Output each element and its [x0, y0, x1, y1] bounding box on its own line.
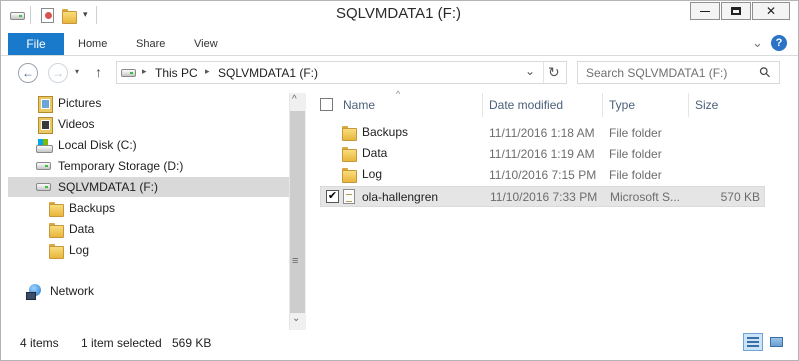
- type-cell: File folder: [609, 147, 662, 161]
- refresh-button[interactable]: ↻: [548, 64, 560, 81]
- details-view-icon: [747, 337, 759, 347]
- column-header-type[interactable]: Type: [603, 93, 689, 117]
- breadcrumb-separator-icon[interactable]: ▸: [205, 66, 210, 77]
- nav-item-label: Data: [69, 222, 95, 236]
- tab-home[interactable]: Home: [78, 38, 107, 50]
- navigation-pane: Pictures Videos Local Disk (C:) Temporar…: [8, 93, 289, 330]
- tab-file[interactable]: File: [8, 33, 64, 55]
- ribbon: [1, 31, 798, 56]
- windows-drive-icon: [36, 139, 53, 153]
- nav-item-backups[interactable]: Backups: [8, 198, 289, 218]
- up-button[interactable]: ↑: [95, 64, 102, 80]
- search-input[interactable]: Search SQLVMDATA1 (F:): [586, 66, 727, 80]
- large-icons-view-button[interactable]: [766, 333, 786, 351]
- list-item[interactable]: ✔ ola-hallengren 11/10/2016 7:33 PM Micr…: [320, 186, 765, 207]
- item-count: 4 items: [20, 336, 59, 350]
- nav-item-videos[interactable]: Videos: [8, 114, 289, 134]
- breadcrumb-current-drive[interactable]: SQLVMDATA1 (F:): [218, 66, 318, 80]
- nav-item-log[interactable]: Log: [8, 240, 289, 260]
- large-icons-view-icon: [769, 337, 783, 347]
- type-cell: Microsoft S...: [610, 190, 681, 204]
- breadcrumb-this-pc[interactable]: This PC: [155, 66, 198, 80]
- tab-share[interactable]: Share: [136, 38, 165, 50]
- address-divider: [543, 62, 544, 83]
- folder-icon: [342, 125, 357, 141]
- column-header-name[interactable]: Name: [337, 93, 483, 117]
- forward-button[interactable]: →: [48, 63, 68, 83]
- pictures-library-icon: [38, 95, 53, 113]
- date-modified-cell: 11/11/2016 1:19 AM: [489, 147, 595, 161]
- selection-count: 1 item selected: [81, 336, 162, 350]
- nav-item-label: Videos: [58, 117, 95, 131]
- column-header-date-modified[interactable]: Date modified: [483, 93, 603, 117]
- drive-icon: [36, 162, 51, 170]
- nav-item-label: Backups: [69, 201, 116, 215]
- window-title: SQLVMDATA1 (F:): [335, 5, 461, 22]
- nav-item-local-disk-c[interactable]: Local Disk (C:): [8, 135, 289, 155]
- list-item[interactable]: Data 11/11/2016 1:19 AM File folder: [320, 144, 765, 165]
- folder-icon: [49, 222, 64, 238]
- size-cell: 570 KB: [720, 190, 760, 204]
- date-modified-cell: 11/11/2016 1:18 AM: [489, 126, 595, 140]
- drive-icon: [36, 183, 51, 191]
- file-name: ola-hallengren: [362, 189, 439, 204]
- breadcrumb-separator-icon[interactable]: ▸: [142, 66, 147, 77]
- list-item[interactable]: Backups 11/11/2016 1:18 AM File folder: [320, 123, 765, 144]
- file-name: Data: [362, 146, 388, 160]
- nav-item-network[interactable]: Network: [8, 281, 289, 301]
- drive-icon: [121, 69, 136, 77]
- scrollbar-grip-icon: ≡: [292, 255, 299, 267]
- back-arrow-icon: ←: [22, 66, 34, 80]
- nav-item-label: Log: [69, 243, 90, 257]
- folder-icon: [49, 243, 64, 259]
- videos-library-icon: [38, 116, 53, 134]
- maximize-icon: [731, 7, 741, 15]
- address-history-dropdown[interactable]: ⌄: [525, 64, 535, 78]
- tab-view[interactable]: View: [194, 38, 218, 50]
- file-name-cell: Backups: [342, 125, 409, 141]
- minimize-icon: —: [700, 5, 710, 17]
- type-cell: File folder: [609, 168, 662, 182]
- scroll-down-button[interactable]: ⌄: [292, 313, 300, 324]
- nav-item-label: Temporary Storage (D:): [58, 159, 184, 173]
- nav-item-label: Pictures: [58, 96, 102, 110]
- maximize-button[interactable]: [721, 2, 751, 20]
- nav-item-sqlvmdata1-f[interactable]: SQLVMDATA1 (F:): [8, 177, 289, 197]
- close-icon: ✕: [765, 4, 777, 18]
- nav-item-pictures[interactable]: Pictures: [8, 93, 289, 113]
- recent-locations-icon[interactable]: ▾: [75, 67, 79, 76]
- minimize-button[interactable]: —: [690, 2, 720, 20]
- help-icon[interactable]: ?: [771, 35, 787, 51]
- select-all-checkbox[interactable]: [320, 98, 333, 111]
- back-button[interactable]: ←: [18, 63, 38, 83]
- folder-icon: [342, 146, 357, 162]
- file-name: Backups: [362, 125, 409, 139]
- forward-arrow-icon: →: [52, 66, 64, 80]
- details-view-button[interactable]: [743, 333, 763, 351]
- list-item[interactable]: Log 11/10/2016 7:15 PM File folder: [320, 165, 765, 186]
- row-checkbox[interactable]: ✔: [326, 190, 339, 203]
- folder-icon: [49, 201, 64, 217]
- nav-item-label: Local Disk (C:): [58, 138, 137, 152]
- nav-item-label: Network: [50, 284, 95, 298]
- date-modified-cell: 11/10/2016 7:33 PM: [490, 190, 598, 204]
- date-modified-cell: 11/10/2016 7:15 PM: [489, 168, 597, 182]
- nav-item-data[interactable]: Data: [8, 219, 289, 239]
- file-name: Log: [362, 167, 383, 181]
- column-header-size[interactable]: Size: [689, 93, 769, 117]
- close-button[interactable]: ✕: [752, 2, 790, 20]
- network-icon: [26, 283, 43, 300]
- nav-item-temporary-storage-d[interactable]: Temporary Storage (D:): [8, 156, 289, 176]
- scrollbar-thumb[interactable]: [290, 111, 305, 313]
- scroll-up-button[interactable]: ^: [292, 94, 297, 105]
- nav-item-label: SQLVMDATA1 (F:): [58, 180, 159, 194]
- type-cell: File folder: [609, 126, 662, 140]
- file-name-cell: Data: [342, 146, 388, 162]
- file-name-cell: Log: [342, 167, 383, 183]
- folder-icon: [342, 167, 357, 183]
- sql-script-file-icon: [343, 189, 355, 204]
- expand-ribbon-icon[interactable]: ⌄: [752, 35, 763, 51]
- file-name-cell: ola-hallengren: [343, 189, 438, 204]
- selection-size: 569 KB: [172, 336, 212, 350]
